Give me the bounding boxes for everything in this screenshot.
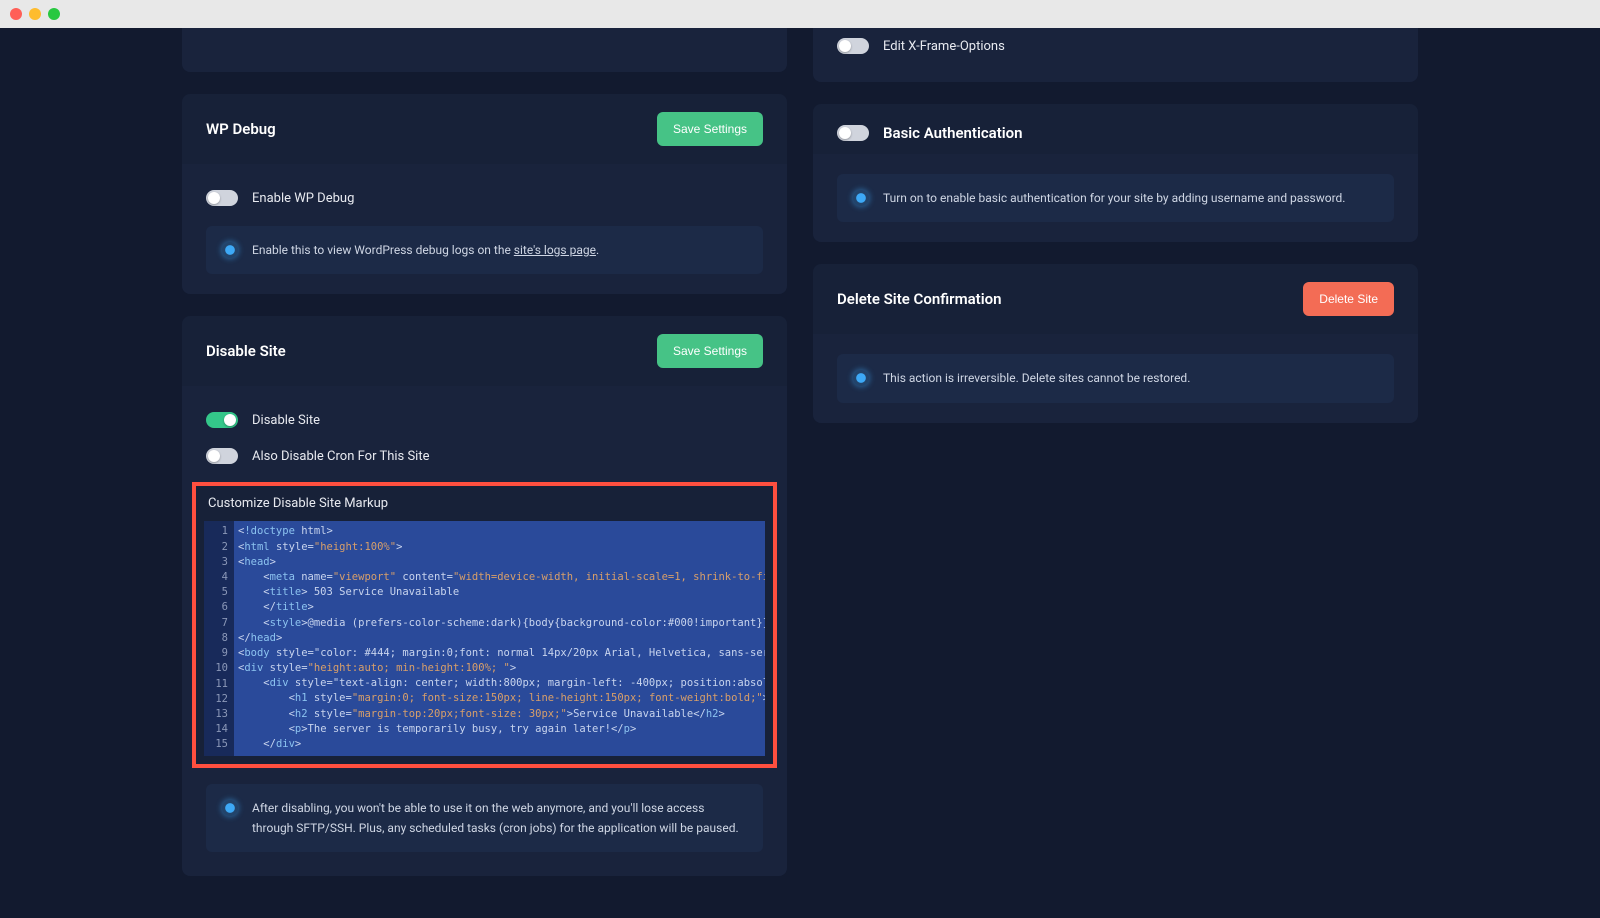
save-wp-debug-button[interactable]: Save Settings [657, 112, 763, 146]
info-basic-auth-text: Turn on to enable basic authentication f… [883, 188, 1345, 208]
info-wp-debug-prefix: Enable this to view WordPress debug logs… [252, 243, 514, 257]
delete-site-button[interactable]: Delete Site [1303, 282, 1394, 316]
label-x-frame-options: Edit X-Frame-Options [883, 39, 1005, 54]
toggle-disable-site[interactable] [206, 412, 238, 428]
card-basic-auth: Basic Authentication Turn on to enable b… [813, 104, 1418, 242]
label-enable-wp-debug: Enable WP Debug [252, 191, 354, 206]
info-disable-site-text: After disabling, you won't be able to us… [252, 798, 747, 839]
maximize-window-icon[interactable] [48, 8, 60, 20]
code-gutter: 123456789101112131415 [204, 521, 234, 755]
link-site-logs-page[interactable]: site's logs page [514, 243, 596, 257]
card-title-wp-debug: WP Debug [206, 120, 276, 138]
toggle-enable-wp-debug[interactable] [206, 190, 238, 206]
card-partial-top-left [182, 28, 787, 72]
card-delete-site: Delete Site Confirmation Delete Site Thi… [813, 264, 1418, 422]
info-wp-debug-suffix: . [596, 243, 599, 257]
info-wp-debug: Enable this to view WordPress debug logs… [206, 226, 763, 274]
card-partial-top-right: Edit X-Frame-Options [813, 28, 1418, 82]
info-delete-site: This action is irreversible. Delete site… [837, 354, 1394, 402]
lightbulb-icon [853, 370, 869, 386]
label-disable-site: Disable Site [252, 413, 320, 428]
info-basic-auth: Turn on to enable basic authentication f… [837, 174, 1394, 222]
toggle-basic-auth[interactable] [837, 125, 869, 141]
save-disable-site-button[interactable]: Save Settings [657, 334, 763, 368]
info-disable-site: After disabling, you won't be able to us… [206, 784, 763, 853]
card-disable-site: Disable Site Save Settings Disable Site … [182, 316, 787, 876]
code-lines[interactable]: <!doctype html><html style="height:100%"… [234, 521, 765, 755]
card-title-basic-auth: Basic Authentication [883, 124, 1023, 142]
close-window-icon[interactable] [10, 8, 22, 20]
label-disable-cron: Also Disable Cron For This Site [252, 449, 429, 464]
highlight-customize-markup: Customize Disable Site Markup 1234567891… [192, 482, 777, 767]
info-delete-site-text: This action is irreversible. Delete site… [883, 368, 1190, 388]
toggle-x-frame-options[interactable] [837, 38, 869, 54]
minimize-window-icon[interactable] [29, 8, 41, 20]
lightbulb-icon [222, 242, 238, 258]
toggle-disable-cron[interactable] [206, 448, 238, 464]
code-editor-disable-markup[interactable]: 123456789101112131415 <!doctype html><ht… [204, 521, 765, 755]
card-title-delete-site: Delete Site Confirmation [837, 290, 1001, 308]
lightbulb-icon [853, 190, 869, 206]
window-title-bar [0, 0, 1600, 28]
heading-customize-markup: Customize Disable Site Markup [196, 486, 773, 517]
card-title-disable-site: Disable Site [206, 342, 286, 360]
card-wp-debug: WP Debug Save Settings Enable WP Debug E… [182, 94, 787, 294]
lightbulb-icon [222, 800, 238, 816]
